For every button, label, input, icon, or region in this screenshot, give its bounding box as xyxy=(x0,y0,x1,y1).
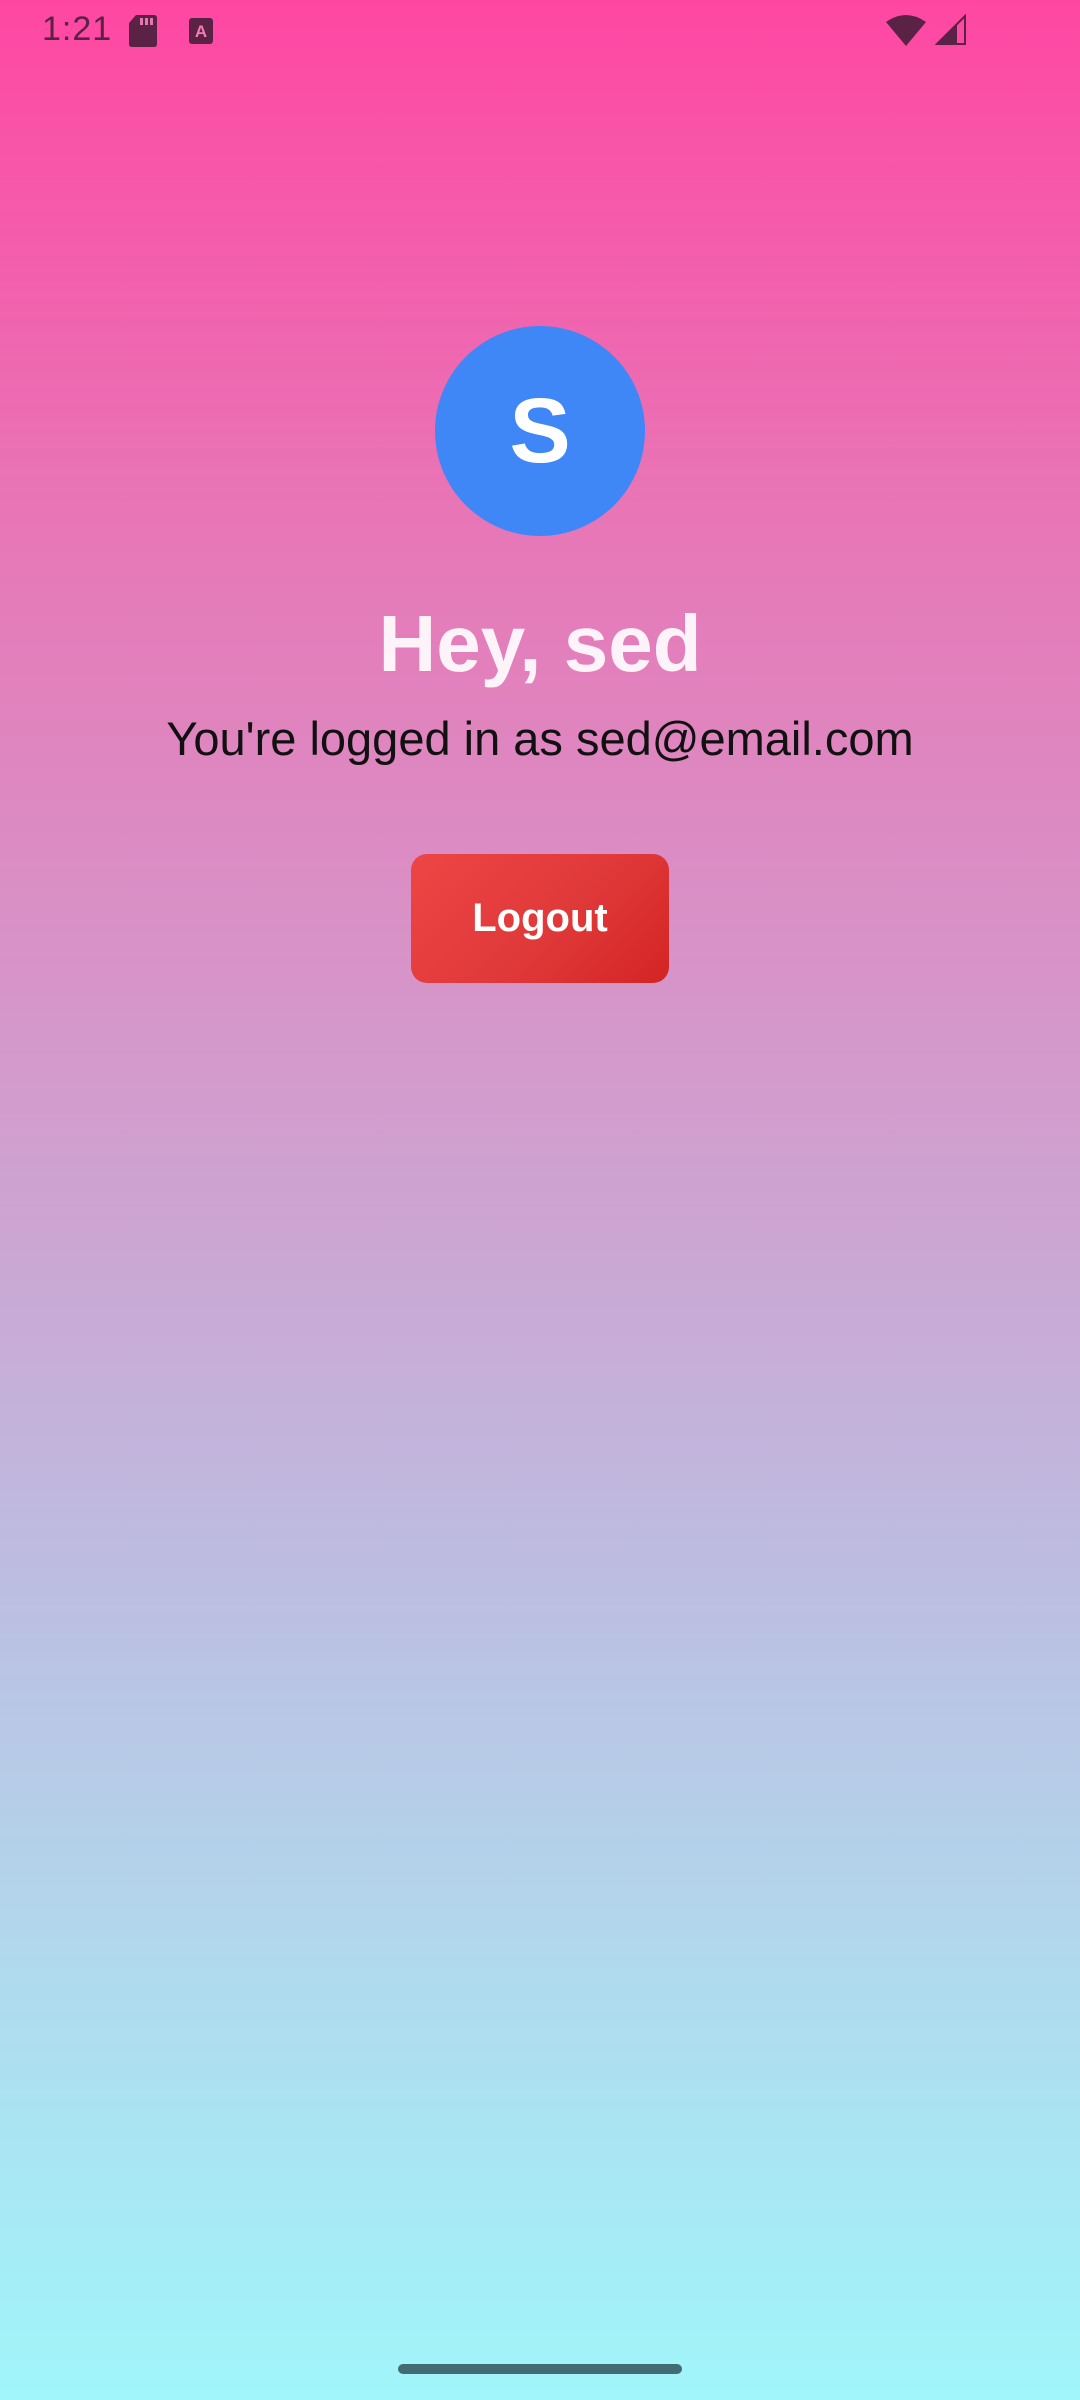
sd-card-icon xyxy=(129,15,157,47)
signal-icon xyxy=(935,14,966,45)
avatar-initial: S xyxy=(509,380,571,482)
svg-text:A: A xyxy=(195,22,207,41)
status-bar: 1:21 A xyxy=(0,0,1080,62)
avatar: S xyxy=(435,326,645,536)
greeting-title: Hey, sed xyxy=(378,599,702,688)
wifi-icon xyxy=(886,15,926,46)
home-indicator[interactable] xyxy=(398,2364,682,2374)
logout-button[interactable]: Logout xyxy=(411,854,669,983)
logged-in-email-text: You're logged in as sed@email.com xyxy=(166,712,914,765)
font-icon: A xyxy=(189,18,213,44)
status-time: 1:21 xyxy=(42,10,113,48)
